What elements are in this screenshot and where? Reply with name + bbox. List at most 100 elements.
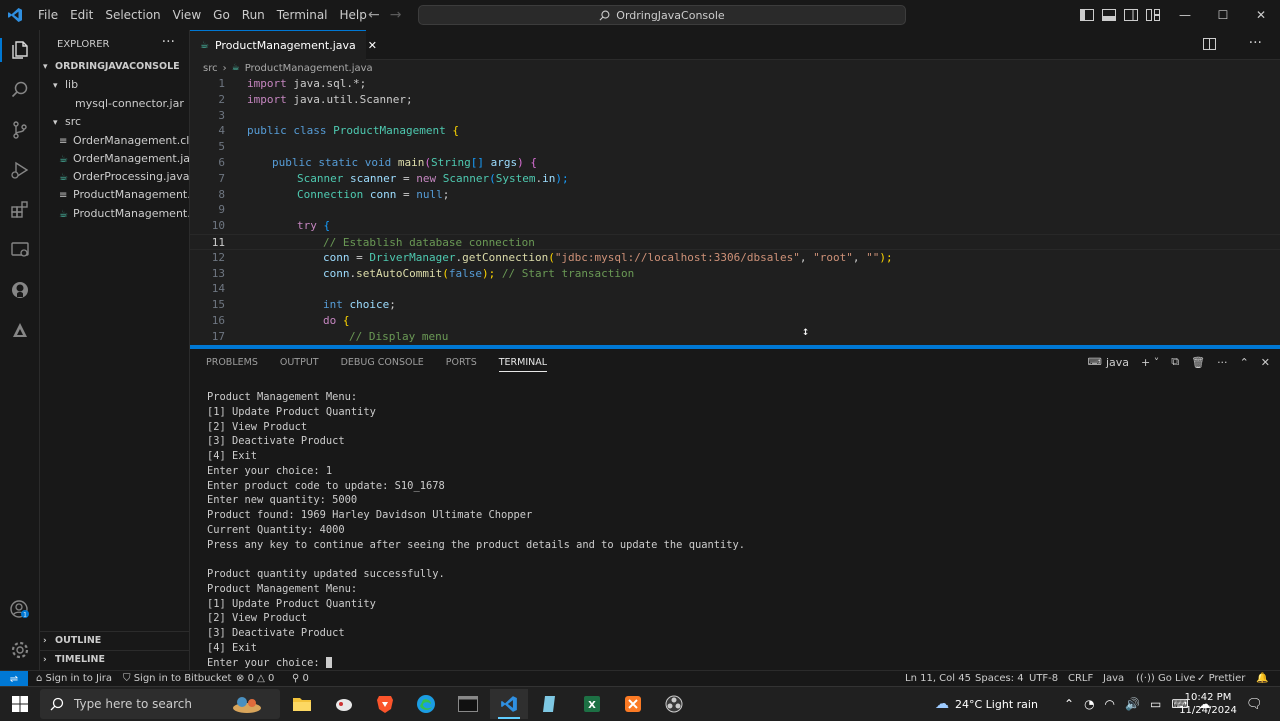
maximize-panel-icon[interactable]: ⌃ <box>1240 356 1249 369</box>
tab-output[interactable]: OUTPUT <box>280 357 319 368</box>
go-live-button[interactable]: ((·)) Go Live <box>1136 671 1195 687</box>
github-icon[interactable] <box>8 278 32 302</box>
outline-section[interactable]: › OUTLINE <box>43 632 101 650</box>
more-actions-icon[interactable]: ··· <box>162 34 175 50</box>
breadcrumb-file[interactable]: ProductManagement.java <box>245 63 373 74</box>
terminal-app-icon[interactable] <box>449 689 487 719</box>
menu-help[interactable]: Help <box>334 0 373 30</box>
menu-selection[interactable]: Selection <box>99 0 166 30</box>
prettier-button[interactable]: ✓ Prettier <box>1197 671 1245 687</box>
toggle-panel-icon[interactable] <box>1102 9 1116 21</box>
remote-indicator-icon[interactable]: ⇌ <box>0 671 28 687</box>
customize-layout-icon[interactable] <box>1146 9 1160 21</box>
chevron-up-icon[interactable]: ⌃ <box>1064 697 1074 711</box>
bitbucket-signin[interactable]: ⛉ Sign in to Bitbucket <box>123 671 231 687</box>
widget-beach-icon[interactable] <box>228 689 266 719</box>
extensions-icon[interactable] <box>8 198 32 222</box>
explorer-icon[interactable] <box>8 38 32 62</box>
atlassian-icon[interactable] <box>8 318 32 342</box>
toggle-primary-sidebar-icon[interactable] <box>1080 9 1094 21</box>
weather-widget[interactable]: ☁ 24°C Light rain <box>935 687 1038 721</box>
notification-center-icon[interactable]: 🗨 <box>1246 687 1263 721</box>
menu-edit[interactable]: Edit <box>64 0 99 30</box>
xampp-icon[interactable] <box>614 689 652 719</box>
editor-more-actions-icon[interactable]: ··· <box>1249 35 1262 51</box>
terminal-instance[interactable]: ⌨ java <box>1088 356 1130 369</box>
tree-file-ordermanagement-java[interactable]: ☕OrderManagement.java <box>59 150 189 168</box>
notifications-bell-icon[interactable]: 🔔 <box>1256 671 1268 687</box>
ports-indicator[interactable]: ⚲ 0 <box>292 671 309 687</box>
search-label: OrdringJavaConsole <box>616 8 725 22</box>
new-terminal-icon[interactable]: + ˅ <box>1141 356 1159 369</box>
tab-productmanagement-java[interactable]: ☕ ProductManagement.java ✕ <box>190 30 377 60</box>
tab-ports[interactable]: PORTS <box>446 357 477 368</box>
project-folder[interactable]: ▾ ORDRINGJAVACONSOLE <box>43 58 180 76</box>
trash-icon[interactable]: 🗑 <box>1191 356 1205 369</box>
vscode-taskbar-icon[interactable] <box>490 689 528 719</box>
wifi-icon[interactable]: ◠ <box>1105 697 1115 711</box>
tree-folder-src[interactable]: ▾ src <box>53 113 81 131</box>
edge-browser-icon[interactable] <box>407 689 445 719</box>
terminal-icon: ⌨ <box>1087 356 1102 368</box>
panel-more-icon[interactable]: ··· <box>1217 356 1228 369</box>
remote-explorer-icon[interactable] <box>8 238 32 262</box>
tree-file-mysql-connector[interactable]: mysql-connector.jar <box>61 95 184 113</box>
notepad-icon[interactable] <box>531 689 569 719</box>
search-sidebar-icon[interactable] <box>8 78 32 102</box>
minimize-icon[interactable]: — <box>1166 0 1204 30</box>
brave-browser-icon[interactable] <box>366 689 404 719</box>
menu-go[interactable]: Go <box>207 0 236 30</box>
explorer-sidebar: EXPLORER ··· ▾ ORDRINGJAVACONSOLE ▾ lib my… <box>40 30 190 670</box>
menu-file[interactable]: File <box>32 0 64 30</box>
code-editor[interactable]: 1 import java.sql.*; 2 import java.util.Sc… <box>190 76 1280 345</box>
split-terminal-icon[interactable]: ⧉ <box>1171 355 1179 369</box>
command-center-search[interactable]: OrdringJavaConsole <box>418 5 906 25</box>
volume-icon[interactable]: 🔊 <box>1125 697 1140 711</box>
tree-file-ordermanagement-class[interactable]: ≡ OrderManagement.cl... <box>59 132 189 150</box>
back-arrow-icon[interactable]: ← <box>368 7 380 23</box>
indentation[interactable]: Spaces: 4 <box>975 671 1024 687</box>
close-window-icon[interactable]: ✕ <box>1242 0 1280 30</box>
tab-terminal[interactable]: TERMINAL <box>498 353 548 372</box>
breadcrumb-folder[interactable]: src <box>203 63 218 74</box>
menu-run[interactable]: Run <box>236 0 271 30</box>
file-explorer-icon[interactable] <box>283 689 321 719</box>
manage-gear-icon[interactable] <box>8 638 32 662</box>
clock[interactable]: 10:42 PM 11/24/2024 <box>1179 687 1237 721</box>
menu-view[interactable]: View <box>167 0 207 30</box>
tree-folder-lib[interactable]: ▾ lib <box>53 76 78 94</box>
timeline-section[interactable]: › TIMELINE <box>43 651 105 669</box>
excel-icon[interactable]: X <box>573 689 611 719</box>
tree-file-productmanagement-java[interactable]: ☕ProductManagement.j... <box>59 205 189 223</box>
close-panel-icon[interactable]: ✕ <box>1261 356 1270 369</box>
source-control-icon[interactable] <box>8 118 32 142</box>
jira-signin[interactable]: ⌂ Sign in to Jira <box>36 671 112 687</box>
tree-file-orderprocessing-java[interactable]: ☕ OrderProcessing.java <box>59 168 189 186</box>
windows-start-icon[interactable] <box>12 696 28 715</box>
run-debug-icon[interactable] <box>8 158 32 182</box>
network-icon[interactable]: ◔ <box>1084 697 1094 711</box>
tab-debug-console[interactable]: DEBUG CONSOLE <box>341 357 424 368</box>
tab-problems[interactable]: PROBLEMS <box>206 357 258 368</box>
close-tab-icon[interactable]: ✕ <box>368 39 377 52</box>
battery-icon[interactable]: ▭ <box>1150 697 1161 711</box>
line-ending[interactable]: CRLF <box>1068 671 1093 687</box>
problems-indicator[interactable]: ⊗ 0 △ 0 <box>236 671 274 687</box>
language-mode[interactable]: Java <box>1103 671 1124 687</box>
maximize-icon[interactable]: ☐ <box>1204 0 1242 30</box>
menu-terminal[interactable]: Terminal <box>271 0 334 30</box>
terminal-output[interactable]: Product Management Menu: [1] Update Prod… <box>207 390 745 670</box>
account-icon[interactable]: 1 <box>8 598 32 622</box>
terminal-line: [1] Update Product Quantity <box>207 405 376 418</box>
encoding[interactable]: UTF-8 <box>1029 671 1058 687</box>
obs-icon[interactable] <box>655 689 693 719</box>
terminal-line: [1] Update Product Quantity <box>207 597 376 610</box>
cursor-position[interactable]: Ln 11, Col 45 <box>905 671 971 687</box>
toggle-secondary-sidebar-icon[interactable] <box>1124 9 1138 21</box>
class-file-icon: ≡ <box>59 136 68 147</box>
app-blob-icon[interactable] <box>325 689 363 719</box>
forward-arrow-icon[interactable]: → <box>390 7 402 23</box>
tree-file-productmanagement-class[interactable]: ≡ ProductManagement.... <box>59 186 189 204</box>
terminal-prompt-line[interactable]: Enter your choice: <box>207 656 745 671</box>
split-editor-icon[interactable] <box>1203 38 1216 53</box>
